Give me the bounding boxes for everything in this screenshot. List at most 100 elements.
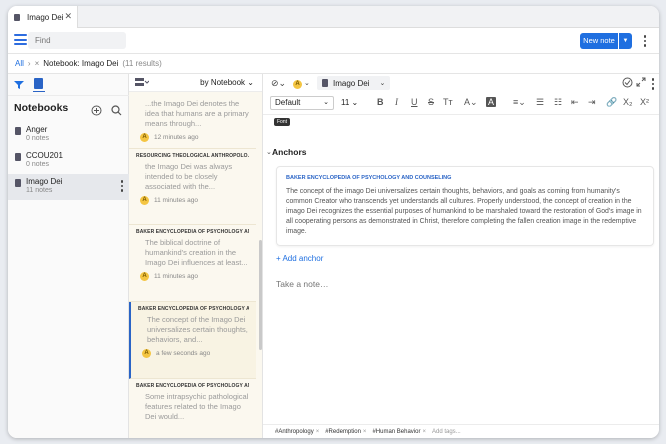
remove-tag-icon[interactable]: ×: [363, 429, 367, 435]
sidebar-item-imago-dei[interactable]: Imago Dei 11 notes: [8, 174, 129, 200]
more-options-icon[interactable]: [120, 180, 124, 192]
breadcrumb-current: Notebook: Imago Dei: [43, 59, 119, 68]
new-note-button[interactable]: New note: [580, 33, 618, 49]
add-notebook-icon[interactable]: [91, 105, 102, 116]
note-time: 11 minutes ago: [154, 273, 198, 280]
anchor-color-icon[interactable]: A ⌄: [293, 78, 310, 89]
sidebar-item-ccou201[interactable]: CCOU201 0 notes: [8, 148, 129, 174]
highlight-style-icon[interactable]: ⊘⌄: [271, 78, 286, 89]
result-count: (11 results): [122, 59, 162, 68]
sort-dropdown[interactable]: by Notebook ⌄: [200, 78, 254, 87]
notebook-name: CCOU201: [26, 151, 63, 160]
search-input[interactable]: [28, 32, 126, 49]
anchor-badge-icon: A: [140, 133, 149, 142]
font-select[interactable]: Default ⌄: [270, 96, 334, 110]
notebook-count: 11 notes: [26, 187, 53, 194]
book-icon: [322, 79, 328, 87]
menu-icon[interactable]: [14, 34, 27, 45]
subscript-icon[interactable]: X₂: [623, 97, 633, 107]
scrollbar[interactable]: [259, 240, 262, 350]
font-color-icon[interactable]: A⌄: [464, 97, 478, 108]
anchor-badge-icon: A: [142, 349, 151, 358]
tab-title: Imago Dei: [27, 12, 64, 22]
top-toolbar: New note ▼: [8, 28, 659, 54]
link-icon[interactable]: 🔗: [606, 97, 617, 108]
sidebar-item-anger[interactable]: Anger 0 notes: [8, 122, 129, 148]
note-input[interactable]: [276, 274, 654, 294]
note-snippet: Some intrapsychic pathological features …: [145, 392, 249, 421]
strikethrough-icon[interactable]: S: [428, 97, 434, 107]
search-icon[interactable]: [111, 105, 122, 116]
book-icon: [15, 127, 21, 135]
note-source: BAKER ENCYCLOPEDIA OF PSYCHOLOGY AN...: [138, 306, 249, 312]
list-item[interactable]: BAKER ENCYCLOPEDIA OF PSYCHOLOGY AN... S…: [129, 379, 256, 438]
view-toggle-icon[interactable]: [135, 78, 149, 87]
more-options-icon[interactable]: [643, 35, 647, 47]
superscript-icon[interactable]: X²: [640, 97, 649, 107]
font-size-select[interactable]: 11 ⌄: [341, 96, 363, 110]
book-icon: [14, 13, 20, 21]
tag-chip[interactable]: #Anthropology ×: [275, 429, 319, 435]
remove-tag-icon[interactable]: ×: [422, 429, 426, 435]
remove-tag-icon[interactable]: ×: [316, 429, 320, 435]
note-time: 11 minutes ago: [154, 197, 198, 204]
note-time: a few seconds ago: [156, 350, 211, 357]
list-item-selected[interactable]: BAKER ENCYCLOPEDIA OF PSYCHOLOGY AN... T…: [129, 302, 256, 379]
align-icon[interactable]: ≡⌄: [513, 97, 526, 108]
notes-list-header: by Notebook ⌄: [129, 74, 262, 92]
more-options-icon[interactable]: [651, 78, 655, 90]
close-icon[interactable]: ✕: [64, 11, 72, 22]
chevron-down-icon[interactable]: ⌄: [266, 148, 272, 156]
tag-chip[interactable]: #Redemption ×: [325, 429, 366, 435]
bullet-list-icon[interactable]: ☰: [536, 97, 544, 108]
list-item[interactable]: ...the Imago Dei denotes the idea that h…: [129, 92, 256, 149]
tab-imago-dei[interactable]: Imago Dei ✕: [8, 6, 78, 28]
add-anchor-button[interactable]: + Add anchor: [276, 254, 323, 263]
numbered-list-icon[interactable]: ☷: [554, 97, 562, 108]
filter-icon[interactable]: [14, 80, 24, 90]
italic-icon[interactable]: I: [395, 97, 398, 107]
add-tags-input[interactable]: Add tags...: [432, 429, 461, 435]
underline-icon[interactable]: U: [411, 97, 418, 107]
chevron-right-icon: ›: [27, 59, 31, 68]
note-editor: ⊘⌄ A ⌄ Imago Dei ⌄ Default ⌄ 11 ⌄ B I U S…: [263, 74, 659, 438]
bold-icon[interactable]: B: [377, 97, 384, 107]
font-tooltip: Font: [274, 118, 291, 126]
app-window: Imago Dei ✕ New note ▼ All › × Notebook:…: [8, 6, 659, 438]
anchors-title: Anchors: [272, 147, 307, 157]
list-item[interactable]: BAKER ENCYCLOPEDIA OF PSYCHOLOGY AN... T…: [129, 225, 256, 302]
note-snippet: the Imago Dei was always intended to be …: [145, 162, 233, 191]
check-circle-icon[interactable]: [622, 77, 633, 88]
clear-filter-icon[interactable]: ×: [35, 59, 40, 68]
notebook-name: Anger: [26, 125, 48, 134]
breadcrumb-all[interactable]: All: [15, 59, 24, 68]
note-source: RESOURCING THEOLOGICAL ANTHROPOLO...: [136, 153, 249, 159]
breadcrumb: All › × Notebook: Imago Dei (11 results): [8, 54, 659, 74]
highlight-color-icon[interactable]: A: [486, 97, 497, 107]
expand-icon[interactable]: [636, 77, 646, 87]
anchor-badge-icon: A: [140, 196, 149, 205]
note-snippet: The biblical doctrine of humankind's cre…: [145, 238, 248, 267]
editor-header: ⊘⌄ A ⌄ Imago Dei ⌄: [263, 74, 659, 92]
tag-chip[interactable]: #Human Behavior ×: [372, 429, 426, 435]
chevron-down-icon: ⌄: [379, 80, 386, 87]
note-snippet: ...the Imago Dei denotes the idea that h…: [145, 99, 249, 128]
notebook-icon[interactable]: [33, 77, 45, 92]
anchor-text: The concept of the imago Dei universaliz…: [286, 188, 642, 235]
anchor-card[interactable]: BAKER ENCYCLOPEDIA OF PSYCHOLOGY AND COU…: [276, 166, 654, 246]
indent-icon[interactable]: ⇥: [588, 97, 596, 108]
notebook-count: 0 notes: [26, 161, 49, 168]
notebooks-panel: Notebooks Anger 0 notes CCOU201 0 notes …: [8, 74, 129, 438]
panel-tools: [8, 74, 129, 96]
anchor-source[interactable]: BAKER ENCYCLOPEDIA OF PSYCHOLOGY AND COU…: [286, 175, 644, 181]
notebook-selector-label: Imago Dei: [333, 78, 370, 88]
notebooks-title: Notebooks: [14, 102, 69, 114]
book-icon: [15, 153, 21, 161]
notebook-selector[interactable]: Imago Dei ⌄: [317, 76, 391, 90]
list-item[interactable]: RESOURCING THEOLOGICAL ANTHROPOLO... the…: [129, 149, 256, 225]
outdent-icon[interactable]: ⇤: [571, 97, 579, 108]
book-icon: [15, 179, 21, 187]
chevron-down-icon[interactable]: ▼: [619, 33, 632, 49]
anchor-badge-icon: A: [140, 272, 149, 281]
text-case-icon[interactable]: Tт: [443, 97, 453, 107]
